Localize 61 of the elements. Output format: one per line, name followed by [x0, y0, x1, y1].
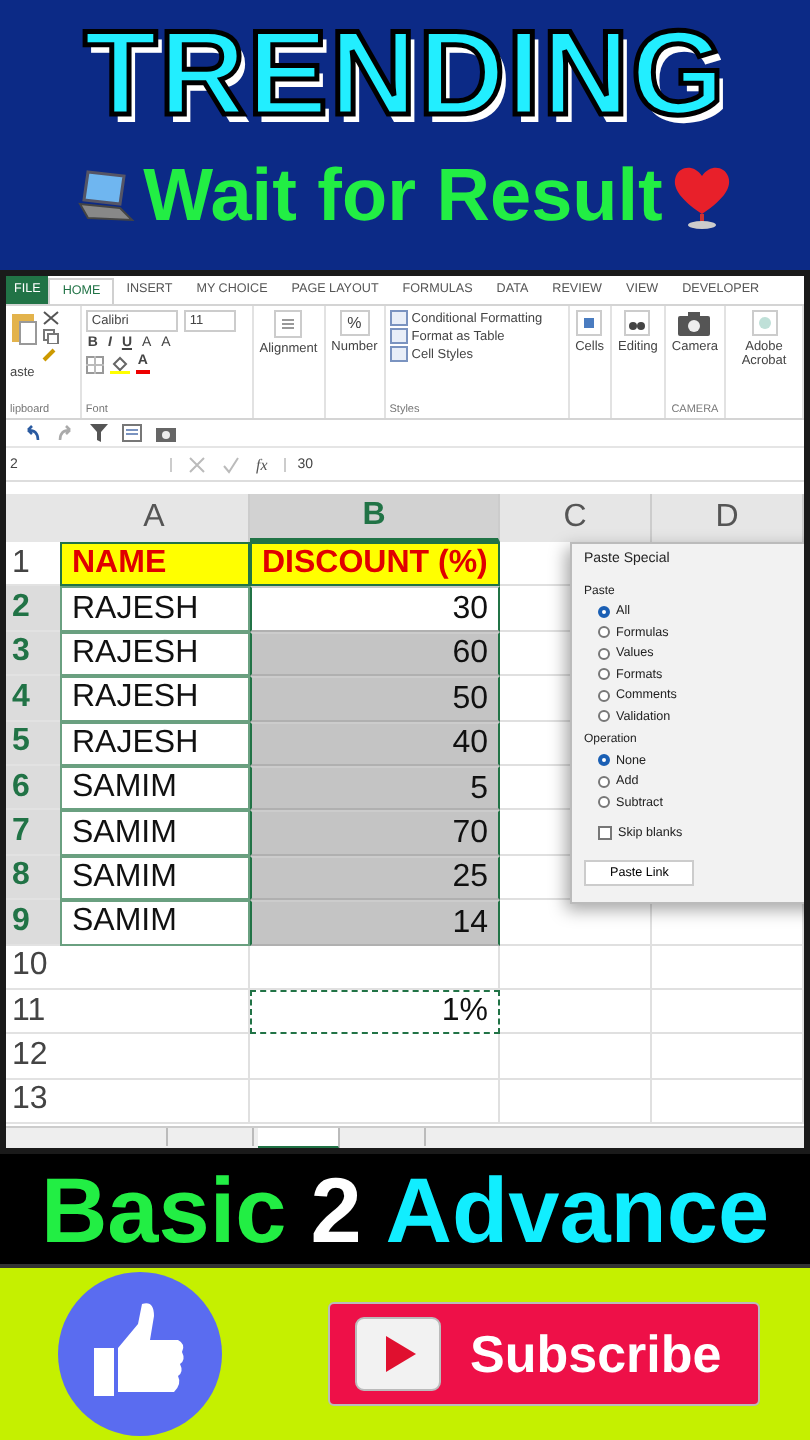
- number-format-icon[interactable]: %: [339, 310, 370, 336]
- scissors-icon[interactable]: [42, 310, 60, 326]
- table-cell: 50: [250, 676, 500, 722]
- table-cell: SAMIM: [60, 855, 250, 901]
- table-cell: RAJESH: [60, 631, 250, 677]
- column-header[interactable]: B: [250, 494, 500, 542]
- row-header[interactable]: 10: [6, 945, 60, 990]
- insert-function-button[interactable]: fx: [256, 455, 268, 473]
- row-header[interactable]: 2: [6, 586, 60, 632]
- brush-icon[interactable]: [42, 346, 60, 362]
- camera-icon[interactable]: [678, 310, 711, 336]
- banner-word: 2: [310, 1159, 362, 1259]
- table-cell: SAMIM: [60, 900, 250, 946]
- redo-icon[interactable]: [56, 424, 76, 442]
- column-header[interactable]: D: [652, 494, 804, 542]
- table-cell: 40: [250, 721, 500, 766]
- row-header[interactable]: 6: [6, 765, 60, 811]
- column-header[interactable]: A: [60, 494, 250, 542]
- table-cell: 30: [250, 586, 500, 632]
- table-cell: RAJESH: [60, 721, 250, 766]
- undo-icon[interactable]: [22, 424, 42, 442]
- table-cell: SAMIM: [60, 765, 250, 811]
- subscribe-button[interactable]: Subscribe: [328, 1302, 760, 1406]
- row-header[interactable]: 9: [6, 900, 60, 946]
- table-cell: RAJESH: [60, 586, 250, 632]
- table-cell: 14: [250, 900, 500, 946]
- banner-word: Advance: [385, 1159, 770, 1259]
- sheet-tab[interactable]: [258, 1128, 340, 1148]
- row-header[interactable]: 3: [6, 631, 60, 677]
- heart-icon: [670, 162, 735, 230]
- table-cell: 5: [250, 765, 500, 811]
- row-header[interactable]: 5: [6, 721, 60, 766]
- table-cell: 25: [250, 855, 500, 901]
- copy-icon[interactable]: [42, 328, 60, 344]
- table-cell: 70: [250, 810, 500, 856]
- table-cell: SAMIM: [60, 810, 250, 856]
- form-icon[interactable]: [122, 424, 142, 442]
- thumbs-up-icon[interactable]: [58, 1272, 222, 1436]
- column-header[interactable]: C: [500, 494, 652, 542]
- banner-word: Basic: [40, 1159, 287, 1259]
- laptop-icon: [75, 168, 136, 224]
- check-icon[interactable]: [222, 455, 240, 473]
- row-header[interactable]: 8: [6, 855, 60, 901]
- table-cell: RAJESH: [60, 676, 250, 722]
- cells-icon[interactable]: [576, 310, 603, 336]
- camera-icon[interactable]: [156, 424, 176, 442]
- row-header[interactable]: 13: [6, 1079, 60, 1125]
- row-header[interactable]: 7: [6, 810, 60, 856]
- headline-title: TRENDING: [83, 8, 727, 140]
- alignment-icon[interactable]: [274, 310, 303, 338]
- filter-icon[interactable]: [90, 424, 108, 442]
- borders-icon[interactable]: [85, 355, 104, 373]
- table-cell: DISCOUNT (%): [250, 542, 500, 587]
- table-cell: NAME: [60, 542, 250, 587]
- fill-color-icon[interactable]: [109, 354, 130, 374]
- table-cell: 1%: [250, 989, 500, 1035]
- play-icon: [354, 1316, 442, 1392]
- subtitle: Wait for Result: [143, 152, 663, 240]
- binoculars-icon[interactable]: [624, 310, 651, 336]
- table-cell: 60: [250, 631, 500, 677]
- row-header[interactable]: 4: [6, 676, 60, 722]
